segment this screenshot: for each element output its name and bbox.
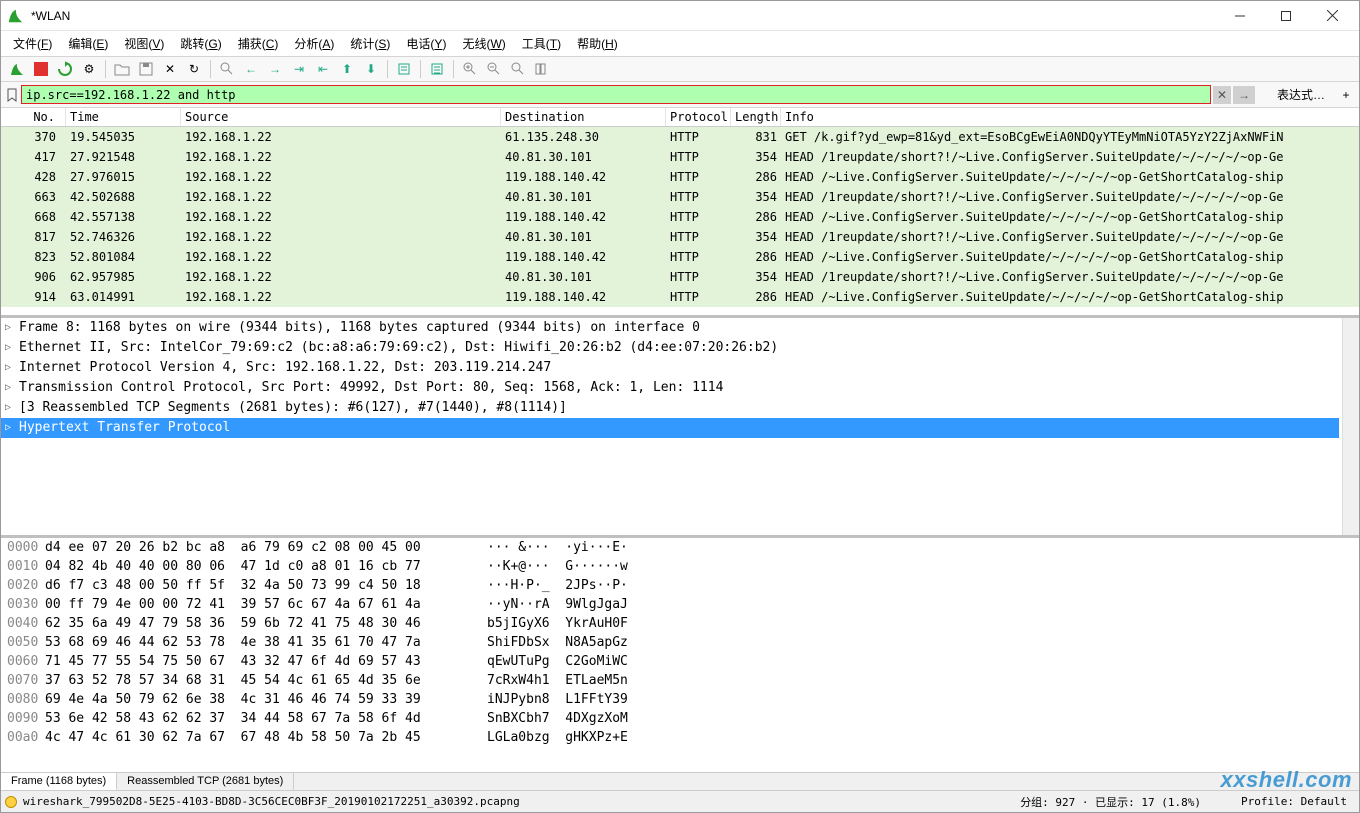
minimize-button[interactable]: [1217, 2, 1263, 30]
jump-button[interactable]: ⇥: [289, 59, 309, 79]
packet-row[interactable]: 41727.921548192.168.1.2240.81.30.101HTTP…: [1, 147, 1359, 167]
bookmark-icon[interactable]: [5, 88, 19, 102]
menu-item[interactable]: 捕获(C): [230, 31, 287, 56]
protocol-tree-item[interactable]: ▷Transmission Control Protocol, Src Port…: [1, 378, 1339, 398]
open-button[interactable]: [112, 59, 132, 79]
hex-row[interactable]: 007037 63 52 78 57 34 68 31 45 54 4c 61 …: [1, 671, 1359, 690]
protocol-tree-item[interactable]: ▷[3 Reassembled TCP Segments (2681 bytes…: [1, 398, 1339, 418]
expert-info-icon[interactable]: [5, 796, 17, 808]
menu-bar: 文件(F)编辑(E)视图(V)跳转(G)捕获(C)分析(A)统计(S)电话(Y)…: [1, 31, 1359, 57]
stop-capture-button[interactable]: [31, 59, 51, 79]
hex-row[interactable]: 001004 82 4b 40 40 00 80 06 47 1d c0 a8 …: [1, 557, 1359, 576]
bytes-tab[interactable]: Frame (1168 bytes): [1, 773, 117, 790]
shark-icon[interactable]: [7, 59, 27, 79]
close-button[interactable]: [1309, 2, 1355, 30]
menu-item[interactable]: 视图(V): [116, 31, 172, 56]
details-scrollbar[interactable]: [1342, 318, 1359, 535]
hex-row[interactable]: 005053 68 69 46 44 62 53 78 4e 38 41 35 …: [1, 633, 1359, 652]
packet-row[interactable]: 91463.014991192.168.1.22119.188.140.42HT…: [1, 287, 1359, 307]
toolbar: ⚙ ✕ ↻ ← → ⇥ ⇤ ⬆ ⬇: [1, 57, 1359, 82]
hex-row[interactable]: 00a04c 47 4c 61 30 62 7a 67 67 48 4b 58 …: [1, 728, 1359, 747]
window-title: *WLAN: [31, 9, 1217, 23]
menu-item[interactable]: 文件(F): [5, 31, 60, 56]
protocol-tree-item[interactable]: ▷Frame 8: 1168 bytes on wire (9344 bits)…: [1, 318, 1339, 338]
expression-button[interactable]: 表达式…: [1271, 84, 1331, 105]
hex-row[interactable]: 006071 45 77 55 54 75 50 67 43 32 47 6f …: [1, 652, 1359, 671]
protocol-tree-item[interactable]: ▷Internet Protocol Version 4, Src: 192.1…: [1, 358, 1339, 378]
first-button[interactable]: ⇤: [313, 59, 333, 79]
hex-row[interactable]: 008069 4e 4a 50 79 62 6e 38 4c 31 46 46 …: [1, 690, 1359, 709]
filter-bar: ✕ → 表达式… +: [1, 82, 1359, 108]
menu-item[interactable]: 帮助(H): [569, 31, 626, 56]
hex-row[interactable]: 0020d6 f7 c3 48 00 50 ff 5f 32 4a 50 73 …: [1, 576, 1359, 595]
zoom-out-button[interactable]: [484, 59, 504, 79]
hex-row[interactable]: 004062 35 6a 49 47 79 58 36 59 6b 72 41 …: [1, 614, 1359, 633]
zoom-in-button[interactable]: [460, 59, 480, 79]
autoscroll-button[interactable]: [394, 59, 414, 79]
status-packets: 分组: 927 · 已显示: 17 (1.8%): [1020, 794, 1201, 810]
col-no[interactable]: No.: [1, 108, 66, 126]
bytes-tab[interactable]: Reassembled TCP (2681 bytes): [117, 773, 294, 790]
down-arrow-button[interactable]: ⬇: [361, 59, 381, 79]
maximize-button[interactable]: [1263, 2, 1309, 30]
menu-item[interactable]: 统计(S): [342, 31, 398, 56]
options-button[interactable]: ⚙: [79, 59, 99, 79]
hex-row[interactable]: 009053 6e 42 58 43 62 62 37 34 44 58 67 …: [1, 709, 1359, 728]
menu-item[interactable]: 跳转(G): [172, 31, 229, 56]
packet-bytes-pane: 0000d4 ee 07 20 26 b2 bc a8 a6 79 69 c2 …: [1, 538, 1359, 772]
col-source[interactable]: Source: [181, 108, 501, 126]
status-file: wireshark_799502D8-5E25-4103-BD8D-3C56CE…: [23, 795, 1020, 808]
packet-row[interactable]: 81752.746326192.168.1.2240.81.30.101HTTP…: [1, 227, 1359, 247]
menu-item[interactable]: 分析(A): [286, 31, 342, 56]
packet-list-pane: No. Time Source Destination Protocol Len…: [1, 108, 1359, 318]
packet-row[interactable]: 90662.957985192.168.1.2240.81.30.101HTTP…: [1, 267, 1359, 287]
prev-button[interactable]: ←: [241, 59, 261, 79]
packet-row[interactable]: 82352.801084192.168.1.22119.188.140.42HT…: [1, 247, 1359, 267]
col-info[interactable]: Info: [781, 108, 1359, 126]
up-arrow-button[interactable]: ⬆: [337, 59, 357, 79]
hex-row[interactable]: 0000d4 ee 07 20 26 b2 bc a8 a6 79 69 c2 …: [1, 538, 1359, 557]
restart-capture-button[interactable]: [55, 59, 75, 79]
close-file-button[interactable]: ✕: [160, 59, 180, 79]
protocol-tree-item[interactable]: ▷Hypertext Transfer Protocol: [1, 418, 1339, 438]
col-length[interactable]: Length: [731, 108, 781, 126]
save-button[interactable]: [136, 59, 156, 79]
col-time[interactable]: Time: [66, 108, 181, 126]
col-protocol[interactable]: Protocol: [666, 108, 731, 126]
packet-row[interactable]: 66342.502688192.168.1.2240.81.30.101HTTP…: [1, 187, 1359, 207]
menu-item[interactable]: 编辑(E): [60, 31, 116, 56]
protocol-tree-item[interactable]: ▷Ethernet II, Src: IntelCor_79:69:c2 (bc…: [1, 338, 1339, 358]
next-button[interactable]: →: [265, 59, 285, 79]
resize-columns-button[interactable]: [532, 59, 552, 79]
find-button[interactable]: [217, 59, 237, 79]
clear-filter-button[interactable]: ✕: [1213, 86, 1231, 104]
packet-details-pane: ▷Frame 8: 1168 bytes on wire (9344 bits)…: [1, 318, 1359, 538]
packet-row[interactable]: 66842.557138192.168.1.22119.188.140.42HT…: [1, 207, 1359, 227]
menu-item[interactable]: 工具(T): [514, 31, 569, 56]
display-filter-input[interactable]: [21, 85, 1211, 104]
packet-list-header[interactable]: No. Time Source Destination Protocol Len…: [1, 108, 1359, 127]
menu-item[interactable]: 无线(W): [454, 31, 513, 56]
col-destination[interactable]: Destination: [501, 108, 666, 126]
packet-row[interactable]: 37019.545035192.168.1.2261.135.248.30HTT…: [1, 127, 1359, 147]
colorize-button[interactable]: [427, 59, 447, 79]
reload-button[interactable]: ↻: [184, 59, 204, 79]
watermark: xxshell.com: [1221, 767, 1352, 793]
wireshark-icon: [7, 7, 25, 25]
add-filter-button[interactable]: +: [1337, 86, 1355, 104]
hex-row[interactable]: 003000 ff 79 4e 00 00 72 41 39 57 6c 67 …: [1, 595, 1359, 614]
menu-item[interactable]: 电话(Y): [398, 31, 454, 56]
packet-row[interactable]: 42827.976015192.168.1.22119.188.140.42HT…: [1, 167, 1359, 187]
status-profile[interactable]: Profile: Default: [1241, 795, 1347, 808]
title-bar: *WLAN: [1, 1, 1359, 31]
zoom-reset-button[interactable]: [508, 59, 528, 79]
status-bar: wireshark_799502D8-5E25-4103-BD8D-3C56CE…: [1, 790, 1359, 812]
apply-filter-button[interactable]: →: [1233, 86, 1255, 104]
bytes-tabs: Frame (1168 bytes)Reassembled TCP (2681 …: [1, 772, 1359, 790]
